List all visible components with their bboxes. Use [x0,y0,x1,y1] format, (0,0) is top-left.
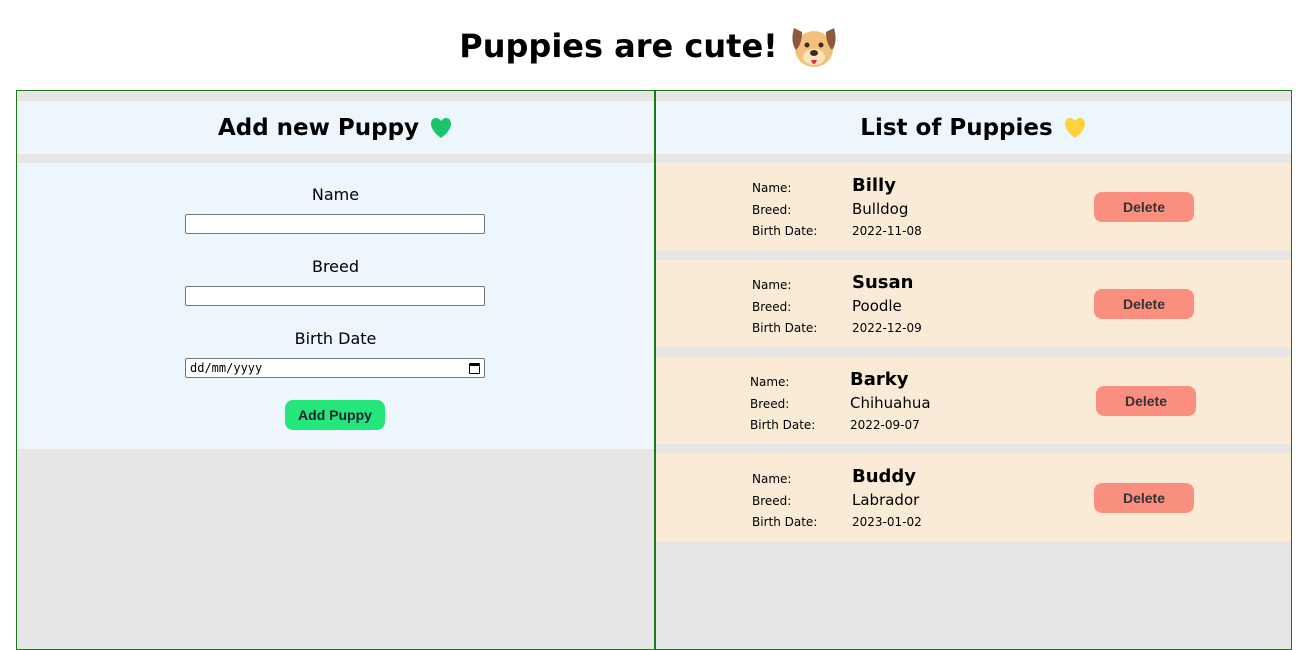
puppy-list-header: List of Puppies [656,101,1291,154]
yellow-heart-icon [1063,117,1087,139]
page-title-text: Puppies are cute! [459,27,778,65]
puppy-card: Name: Barky Breed: Chihuahua Birth Date:… [656,357,1291,444]
puppy-name: Barky [850,369,909,390]
delete-button[interactable]: Delete [1094,289,1194,319]
breed-input[interactable] [185,286,485,306]
dog-face-icon [788,20,840,72]
puppy-breed: Bulldog [852,200,909,218]
birth-date-input[interactable]: dd/mm/yyyy [185,358,485,378]
puppy-name: Billy [852,175,896,196]
name-key: Name: [750,375,790,389]
add-puppy-header: Add new Puppy [17,101,654,154]
add-puppy-form: Name Breed Birth Date dd/mm/yyyy Add Pup… [17,163,654,449]
puppy-birth-date: 2022-11-08 [852,224,922,238]
puppy-breed: Poodle [852,297,902,315]
puppy-list-heading: List of Puppies [860,114,1053,141]
app-frame: Add new Puppy List of Puppies Name Breed… [16,90,1292,650]
birth-date-key: Birth Date: [750,418,816,432]
puppy-card: Name: Buddy Breed: Labrador Birth Date: … [656,454,1291,541]
puppy-birth-date: 2022-12-09 [852,321,922,335]
delete-button[interactable]: Delete [1094,192,1194,222]
breed-label: Breed [311,257,360,276]
delete-button[interactable]: Delete [1096,386,1196,416]
birth-date-placeholder: dd/mm/yyyy [190,361,263,375]
puppy-name: Susan [852,272,914,293]
puppy-birth-date: 2022-09-07 [850,418,920,432]
calendar-icon[interactable] [469,362,480,374]
puppy-card: Name: Susan Breed: Poodle Birth Date: 20… [656,260,1291,347]
birth-date-key: Birth Date: [752,321,818,335]
birth-date-key: Birth Date: [752,224,818,238]
puppy-birth-date: 2023-01-02 [852,515,922,529]
breed-key: Breed: [752,300,792,314]
birth-date-key: Birth Date: [752,515,818,529]
add-puppy-button[interactable]: Add Puppy [285,400,385,430]
birth-date-label: Birth Date [294,329,377,348]
green-heart-icon [429,117,453,139]
page-title: Puppies are cute! [0,14,1299,78]
name-input[interactable] [185,214,485,234]
delete-button[interactable]: Delete [1094,483,1194,513]
breed-key: Breed: [752,203,792,217]
puppy-breed: Chihuahua [850,394,931,412]
name-key: Name: [752,472,792,486]
puppy-breed: Labrador [852,491,920,509]
puppy-name: Buddy [852,466,917,487]
breed-key: Breed: [752,494,792,508]
name-key: Name: [752,278,792,292]
puppy-card: Name: Billy Breed: Bulldog Birth Date: 2… [656,163,1291,250]
name-label: Name [311,185,360,204]
breed-key: Breed: [750,397,790,411]
name-key: Name: [752,181,792,195]
add-puppy-heading: Add new Puppy [217,114,420,141]
